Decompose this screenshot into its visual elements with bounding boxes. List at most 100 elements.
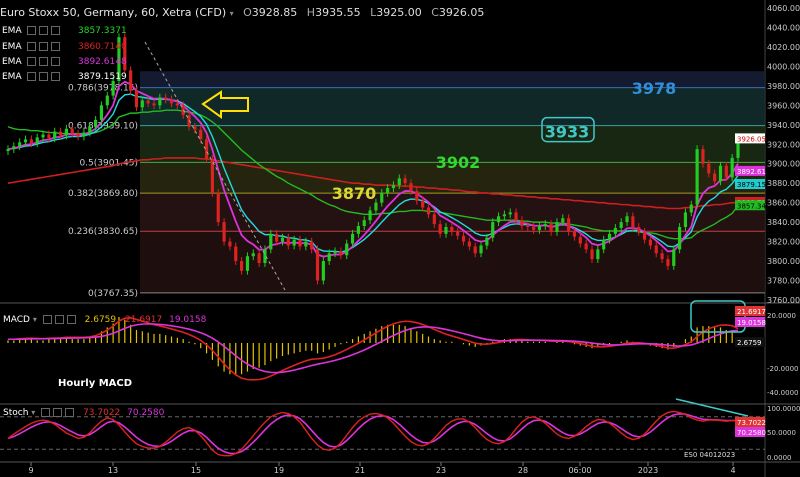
visibility-toggle-icon[interactable] (27, 26, 37, 35)
candle-body (158, 97, 162, 106)
close-icon[interactable] (51, 72, 61, 81)
candle-body (520, 220, 524, 227)
price-tick-label: 3980.00 (767, 82, 800, 91)
candle-body (23, 139, 28, 143)
price-tick-label: 3940.00 (767, 121, 800, 130)
price-tag-label: 3892.61 (737, 168, 766, 176)
candle-body (467, 241, 471, 247)
candle-body (584, 243, 588, 250)
candle-body (479, 245, 483, 254)
visibility-toggle-icon[interactable] (27, 57, 37, 66)
settings-icon[interactable] (39, 72, 49, 81)
candle-body (140, 100, 144, 108)
candle-body (555, 222, 559, 232)
ema-legend-row[interactable]: EMA 3892.6148 (2, 57, 127, 67)
candle-body (12, 146, 16, 150)
candle-body (648, 239, 652, 246)
candle-body (707, 163, 711, 174)
visibility-toggle-icon[interactable] (42, 315, 52, 324)
candle-body (543, 224, 547, 227)
candle-body (29, 139, 33, 144)
visibility-toggle-icon[interactable] (27, 72, 37, 81)
settings-icon[interactable] (39, 57, 49, 66)
ema-legend-row[interactable]: EMA 3860.7140 (2, 42, 127, 52)
candle-body (129, 70, 133, 91)
candle-body (35, 137, 39, 144)
candle-body (514, 212, 518, 221)
x-tick-label: 4 (730, 466, 735, 475)
ema-legend-row[interactable]: EMA 3879.1519 (2, 72, 127, 82)
x-tick-label: 06:00 (568, 466, 591, 475)
candle-body (496, 216, 501, 223)
candle-body (642, 231, 647, 240)
candle-body (164, 97, 168, 100)
candle-body (327, 253, 331, 262)
candle-body (292, 239, 296, 246)
candle-body (315, 249, 320, 281)
chevron-down-icon[interactable]: ▾ (230, 9, 234, 18)
macd-tick-label: 20.0000 (767, 312, 796, 320)
visibility-toggle-icon[interactable] (27, 42, 37, 51)
fib-level-label: 0.236(3830.65) (68, 227, 138, 237)
ema-legend-row[interactable]: EMA 3857.3371 (2, 26, 127, 36)
candle-body (286, 237, 290, 246)
stoch-legend[interactable]: Stoch ▾ 73.7022 70.2580 (3, 408, 164, 418)
candle-body (169, 99, 174, 104)
candle-body (415, 190, 419, 201)
candle-body (619, 222, 623, 228)
price-tag-label: 3879.15 (737, 181, 766, 189)
settings-icon[interactable] (54, 315, 64, 324)
candle-body (485, 237, 489, 246)
close-icon[interactable] (66, 315, 76, 324)
macd-tick-label: -40.0000 (767, 389, 798, 397)
close-value: 3926.05 (438, 6, 485, 19)
visibility-toggle-icon[interactable] (41, 408, 51, 417)
macd-tag-label: 21.6917 (737, 308, 766, 316)
candle-body (695, 149, 699, 205)
settings-icon[interactable] (39, 42, 49, 51)
symbol-title[interactable]: Euro Stoxx 50, Germany, 60, Xetra (CFD) (0, 6, 226, 19)
macd-legend[interactable]: MACD ▾ 2.6759 21.6917 19.0158 (3, 315, 206, 325)
low-value: 3925.00 (376, 6, 422, 19)
candle-body (607, 233, 612, 240)
candle-body (228, 241, 232, 247)
stoch-tag-label: 70.2580 (737, 429, 766, 437)
chevron-down-icon[interactable]: ▾ (33, 315, 37, 324)
close-icon[interactable] (65, 408, 75, 417)
macd-signal-value: 19.0158 (169, 315, 207, 325)
stoch-tag-label: 73.7022 (737, 419, 766, 427)
candle-body (99, 105, 104, 120)
candle-body (111, 81, 115, 96)
candle-body (380, 192, 384, 203)
price-tick-label: 3800.00 (767, 257, 800, 266)
candle-body (660, 253, 664, 260)
candle-body (134, 90, 139, 108)
settings-icon[interactable] (39, 26, 49, 35)
candle-body (18, 142, 22, 147)
fib-level-label: 0.786(3978.16) (68, 84, 138, 94)
candle-body (257, 253, 261, 264)
settings-icon[interactable] (53, 408, 63, 417)
x-tick-label: 19 (274, 466, 284, 475)
price-tick-label: 4000.00 (767, 62, 800, 71)
candle-body (310, 241, 314, 250)
candle-body (637, 227, 641, 232)
ema-value: 3860.7140 (78, 42, 127, 52)
candle-body (391, 185, 396, 189)
close-icon[interactable] (51, 42, 61, 51)
close-icon[interactable] (51, 57, 61, 66)
price-tick-label: 3840.00 (767, 218, 800, 227)
hourly-macd-note: Hourly MACD (58, 378, 133, 389)
close-icon[interactable] (51, 26, 61, 35)
candle-body (549, 224, 553, 232)
candle-body (532, 227, 536, 230)
candle-body (146, 100, 150, 104)
candle-body (70, 128, 74, 134)
candle-body (88, 126, 92, 133)
candle-body (82, 132, 86, 137)
price-tick-label: 3960.00 (767, 101, 800, 110)
price-tick-label: 3920.00 (767, 140, 800, 149)
candle-body (526, 226, 530, 228)
chevron-down-icon[interactable]: ▾ (31, 408, 35, 417)
price-tick-label: 3780.00 (767, 277, 800, 286)
